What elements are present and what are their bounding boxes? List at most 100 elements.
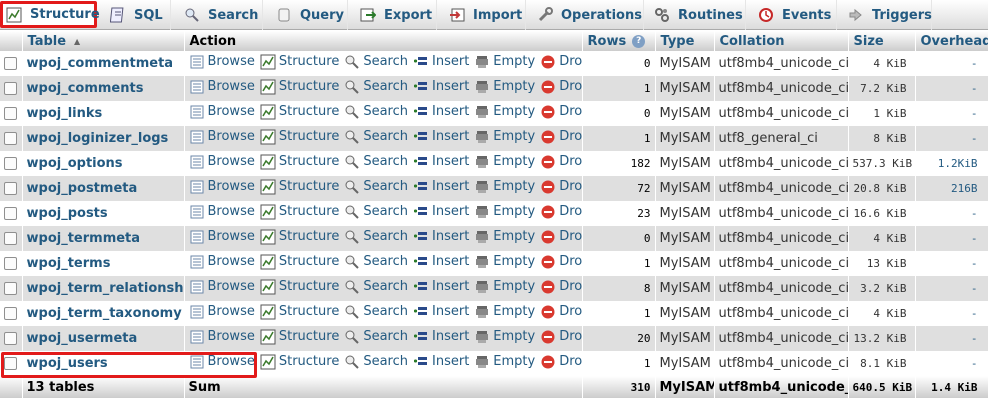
browse-action[interactable]: Browse: [189, 154, 255, 170]
table-name-link[interactable]: wpoj_loginizer_logs: [22, 126, 185, 151]
browse-action[interactable]: Browse: [189, 129, 255, 145]
structure-action[interactable]: Structure: [260, 154, 339, 170]
insert-action[interactable]: Insert: [413, 329, 469, 345]
row-checkbox[interactable]: [4, 332, 18, 345]
empty-action[interactable]: Empty: [474, 79, 535, 95]
tab-sql[interactable]: SQL: [98, 0, 171, 30]
search-action[interactable]: Search: [344, 229, 408, 245]
insert-action[interactable]: Insert: [413, 129, 469, 145]
drop-action[interactable]: Drop: [540, 279, 581, 295]
drop-action[interactable]: Drop: [540, 204, 581, 220]
drop-action[interactable]: Drop: [540, 354, 581, 370]
row-checkbox[interactable]: [4, 357, 18, 370]
empty-action[interactable]: Empty: [474, 129, 535, 145]
empty-action[interactable]: Empty: [474, 229, 535, 245]
row-checkbox[interactable]: [4, 157, 18, 170]
structure-action[interactable]: Structure: [260, 329, 339, 345]
search-action[interactable]: Search: [344, 104, 408, 120]
column-header-rows[interactable]: Rows?: [582, 31, 656, 51]
search-action[interactable]: Search: [344, 79, 408, 95]
tab-operations[interactable]: Operations: [527, 0, 644, 30]
column-header-type[interactable]: Type: [655, 31, 715, 51]
search-action[interactable]: Search: [344, 354, 408, 370]
browse-action[interactable]: Browse: [189, 229, 255, 245]
row-checkbox[interactable]: [4, 307, 18, 320]
empty-action[interactable]: Empty: [474, 304, 535, 320]
structure-action[interactable]: Structure: [260, 129, 339, 145]
structure-action[interactable]: Structure: [260, 229, 339, 245]
structure-action[interactable]: Structure: [260, 354, 339, 370]
browse-action[interactable]: Browse: [189, 79, 255, 95]
browse-action[interactable]: Browse: [189, 204, 255, 220]
structure-action[interactable]: Structure: [260, 204, 339, 220]
search-action[interactable]: Search: [344, 279, 408, 295]
empty-action[interactable]: Empty: [474, 204, 535, 220]
table-name-link[interactable]: wpoj_posts: [22, 201, 185, 226]
row-checkbox[interactable]: [4, 257, 18, 270]
drop-action[interactable]: Drop: [540, 329, 581, 345]
drop-action[interactable]: Drop: [540, 79, 581, 95]
drop-action[interactable]: Drop: [540, 129, 581, 145]
structure-action[interactable]: Structure: [260, 279, 339, 295]
browse-action[interactable]: Browse: [189, 329, 255, 345]
tab-routines[interactable]: Routines: [645, 0, 746, 30]
structure-action[interactable]: Structure: [260, 79, 339, 95]
drop-action[interactable]: Drop: [540, 179, 581, 195]
insert-action[interactable]: Insert: [413, 204, 469, 220]
empty-action[interactable]: Empty: [474, 279, 535, 295]
browse-action[interactable]: Browse: [189, 279, 255, 295]
browse-action[interactable]: Browse: [189, 254, 255, 270]
insert-action[interactable]: Insert: [413, 304, 469, 320]
browse-action[interactable]: Browse: [189, 354, 255, 370]
tab-search[interactable]: Search: [172, 0, 263, 30]
drop-action[interactable]: Drop: [540, 154, 581, 170]
browse-action[interactable]: Browse: [189, 304, 255, 320]
help-icon[interactable]: ?: [632, 34, 646, 48]
insert-action[interactable]: Insert: [413, 179, 469, 195]
tab-structure[interactable]: Structure: [0, 1, 100, 28]
column-header-size[interactable]: Size: [848, 31, 916, 51]
insert-action[interactable]: Insert: [413, 279, 469, 295]
search-action[interactable]: Search: [344, 329, 408, 345]
search-action[interactable]: Search: [344, 304, 408, 320]
insert-action[interactable]: Insert: [413, 79, 469, 95]
empty-action[interactable]: Empty: [474, 104, 535, 120]
table-name-link[interactable]: wpoj_options: [22, 151, 185, 176]
structure-action[interactable]: Structure: [260, 104, 339, 120]
search-action[interactable]: Search: [344, 54, 408, 70]
empty-action[interactable]: Empty: [474, 54, 535, 70]
search-action[interactable]: Search: [344, 154, 408, 170]
browse-action[interactable]: Browse: [189, 54, 255, 70]
table-name-link[interactable]: wpoj_commentmeta: [22, 51, 185, 76]
table-name-link[interactable]: wpoj_postmeta: [22, 176, 185, 201]
table-name-link[interactable]: wpoj_links: [22, 101, 185, 126]
insert-action[interactable]: Insert: [413, 104, 469, 120]
insert-action[interactable]: Insert: [413, 54, 469, 70]
drop-action[interactable]: Drop: [540, 54, 581, 70]
row-checkbox[interactable]: [4, 57, 18, 70]
search-action[interactable]: Search: [344, 254, 408, 270]
structure-action[interactable]: Structure: [260, 179, 339, 195]
table-name-link[interactable]: wpoj_term_taxonomy: [22, 301, 185, 326]
drop-action[interactable]: Drop: [540, 104, 581, 120]
drop-action[interactable]: Drop: [540, 304, 581, 320]
search-action[interactable]: Search: [344, 179, 408, 195]
table-name-link[interactable]: wpoj_termmeta: [22, 226, 185, 251]
structure-action[interactable]: Structure: [260, 54, 339, 70]
search-action[interactable]: Search: [344, 129, 408, 145]
row-checkbox[interactable]: [4, 107, 18, 120]
tab-export[interactable]: Export: [349, 0, 437, 30]
row-checkbox[interactable]: [4, 132, 18, 145]
tab-query[interactable]: Query: [264, 0, 348, 30]
row-checkbox[interactable]: [4, 207, 18, 220]
tab-events[interactable]: Events: [747, 0, 837, 30]
insert-action[interactable]: Insert: [413, 229, 469, 245]
search-action[interactable]: Search: [344, 204, 408, 220]
structure-action[interactable]: Structure: [260, 304, 339, 320]
table-name-link[interactable]: wpoj_terms: [22, 251, 185, 276]
row-checkbox[interactable]: [4, 282, 18, 295]
empty-action[interactable]: Empty: [474, 179, 535, 195]
table-name-link[interactable]: wpoj_comments: [22, 76, 185, 101]
table-name-link[interactable]: wpoj_users: [22, 351, 185, 376]
column-header-table[interactable]: Table ▲: [22, 31, 185, 51]
